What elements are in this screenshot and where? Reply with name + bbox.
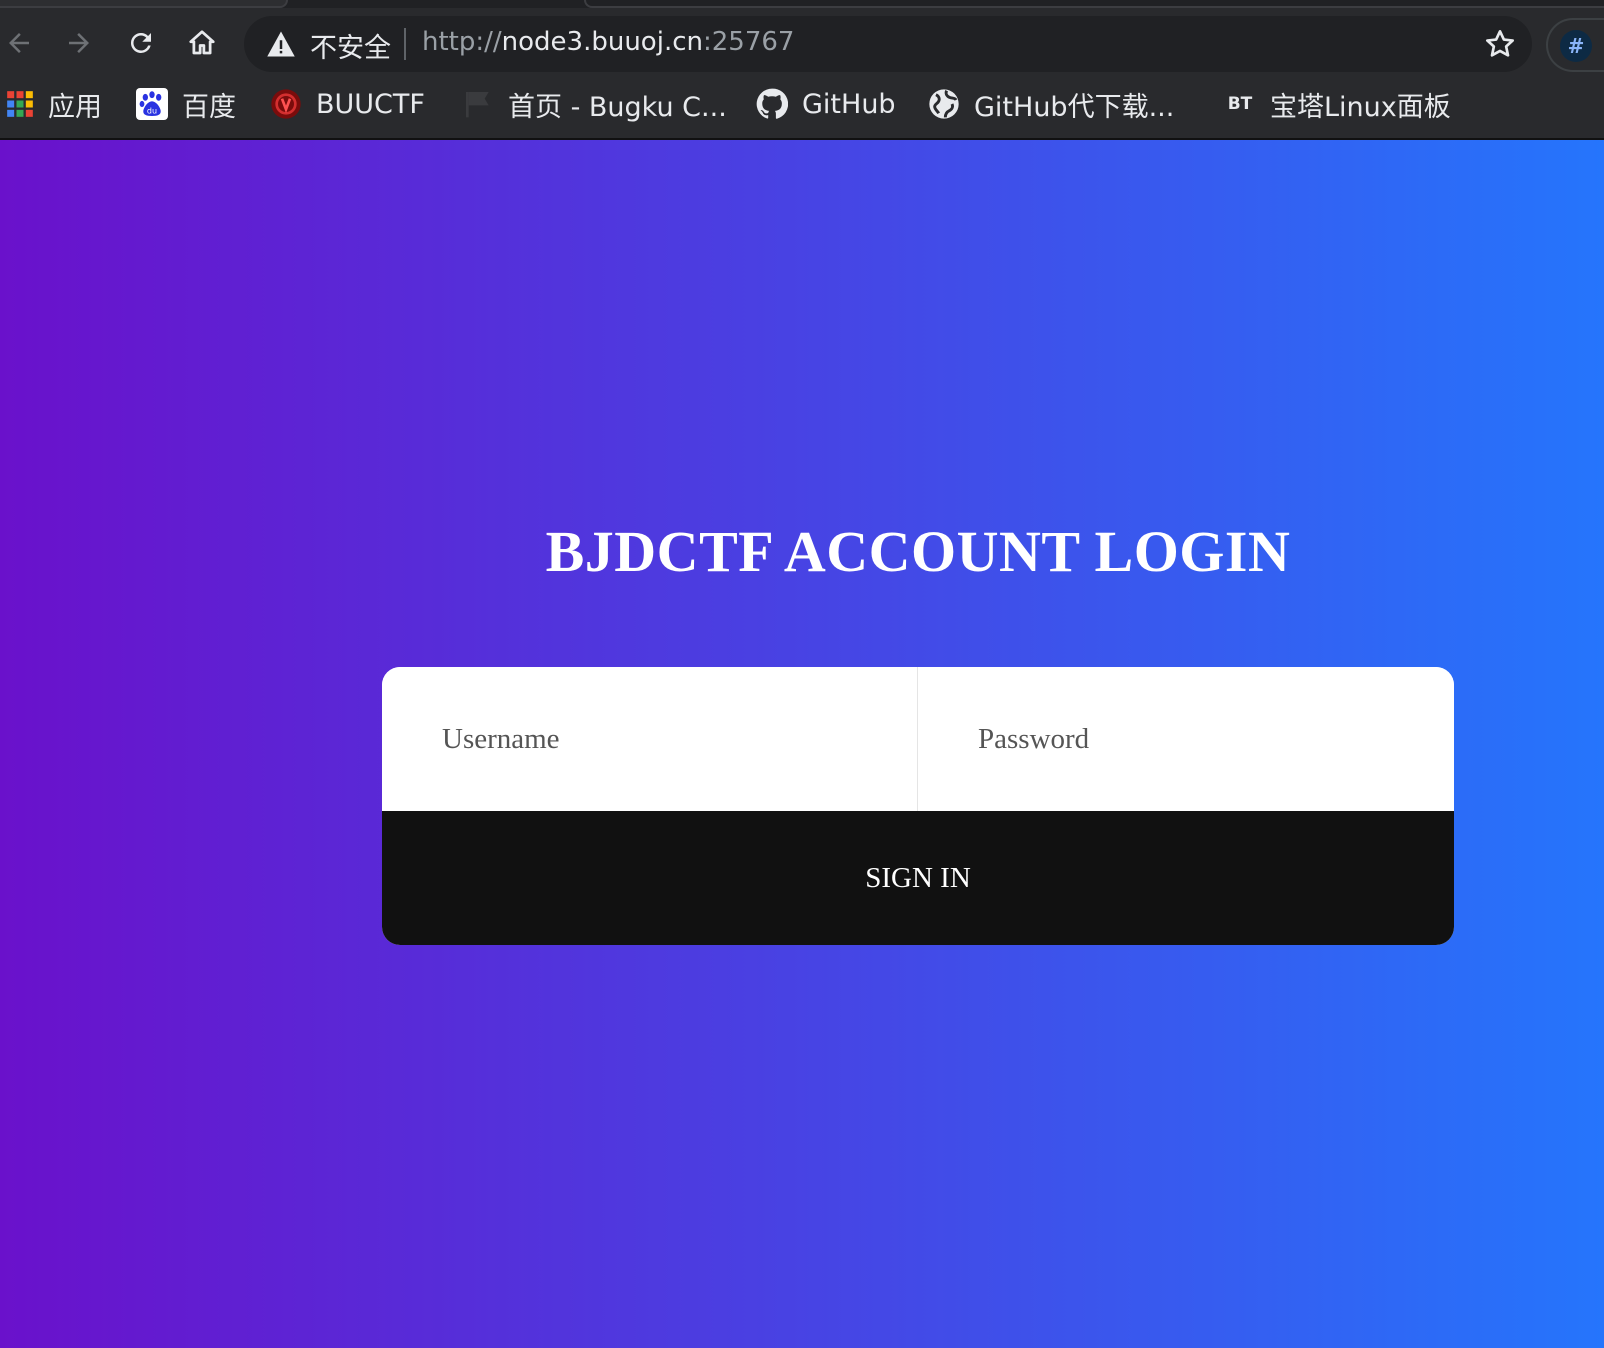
bookmark-apps[interactable]: 应用 — [6, 80, 102, 128]
browser-chrome: 不安全 http://node3.buuoj.cn:25767 # 应用 du … — [0, 0, 1604, 140]
bookmark-label: 应用 — [48, 91, 102, 123]
page-title: BJDCTF ACCOUNT LOGIN — [545, 519, 1291, 584]
bookmark-label: 百度 — [182, 91, 236, 123]
security-label[interactable]: 不安全 — [310, 26, 391, 65]
apps-grid-icon — [7, 91, 33, 117]
bookmarks-bar: 应用 du 百度 BUUCTF 首页 - Bugku C... GitHub G… — [0, 80, 1604, 138]
globe-icon — [929, 89, 959, 119]
url-host: node3.buuoj.cn — [501, 27, 703, 57]
reload-icon — [130, 32, 151, 53]
bookmark-label: GitHub代下载... — [974, 91, 1175, 123]
bt-icon-text: BT — [1227, 94, 1253, 114]
address-bar[interactable]: 不安全 http://node3.buuoj.cn:25767 — [244, 16, 1532, 72]
username-field-container — [382, 667, 918, 811]
github-icon — [756, 88, 788, 119]
bookmark-baidu[interactable]: du 百度 — [136, 80, 236, 128]
flag-icon — [466, 92, 489, 118]
browser-toolbar: 不安全 http://node3.buuoj.cn:25767 # — [0, 10, 1604, 76]
home-icon — [189, 30, 215, 55]
home-button[interactable] — [183, 24, 221, 62]
password-field-container — [918, 667, 1454, 811]
svg-text:du: du — [147, 106, 157, 115]
forward-button[interactable] — [60, 24, 98, 62]
bookmark-github[interactable]: GitHub — [756, 80, 896, 128]
bookmark-github-download[interactable]: GitHub代下载... — [928, 80, 1174, 128]
url-text[interactable]: http://node3.buuoj.cn:25767 — [422, 27, 794, 57]
bookmark-bugku[interactable]: 首页 - Bugku C... — [462, 80, 727, 128]
address-separator — [404, 28, 406, 60]
reload-button[interactable] — [122, 24, 160, 62]
arrow-right-icon — [69, 33, 89, 53]
username-input[interactable] — [382, 667, 917, 811]
url-scheme: http:// — [422, 27, 502, 57]
tab-inactive-left[interactable] — [0, 0, 288, 8]
url-port: :25767 — [702, 27, 795, 57]
tab-inactive-right[interactable] — [584, 0, 1604, 8]
bookmark-label: GitHub — [802, 88, 896, 120]
back-button[interactable] — [0, 24, 38, 62]
baidu-icon: du — [136, 88, 168, 120]
sign-in-button[interactable]: SIGN IN — [382, 811, 1454, 945]
login-page: BJDCTF ACCOUNT LOGIN SIGN IN — [0, 140, 1604, 1348]
bookmark-label: 宝塔Linux面板 — [1270, 91, 1451, 123]
tab-strip — [0, 0, 1604, 8]
hash-extension-icon[interactable]: # — [1560, 30, 1592, 62]
arrow-left-icon — [9, 33, 29, 53]
password-input[interactable] — [918, 667, 1454, 811]
warning-triangle-icon[interactable] — [266, 30, 296, 58]
bookmark-buuctf[interactable]: BUUCTF — [270, 80, 425, 128]
bookmark-bt-panel[interactable]: BT 宝塔Linux面板 — [1224, 80, 1451, 128]
bookmark-label: 首页 - Bugku C... — [508, 91, 727, 123]
login-form: SIGN IN — [382, 667, 1454, 945]
star-icon[interactable] — [1484, 28, 1516, 60]
bookmark-label: BUUCTF — [316, 88, 425, 120]
bt-icon: BT — [1224, 88, 1256, 120]
buuctf-icon — [271, 89, 301, 119]
extension-button[interactable]: # — [1546, 18, 1604, 72]
